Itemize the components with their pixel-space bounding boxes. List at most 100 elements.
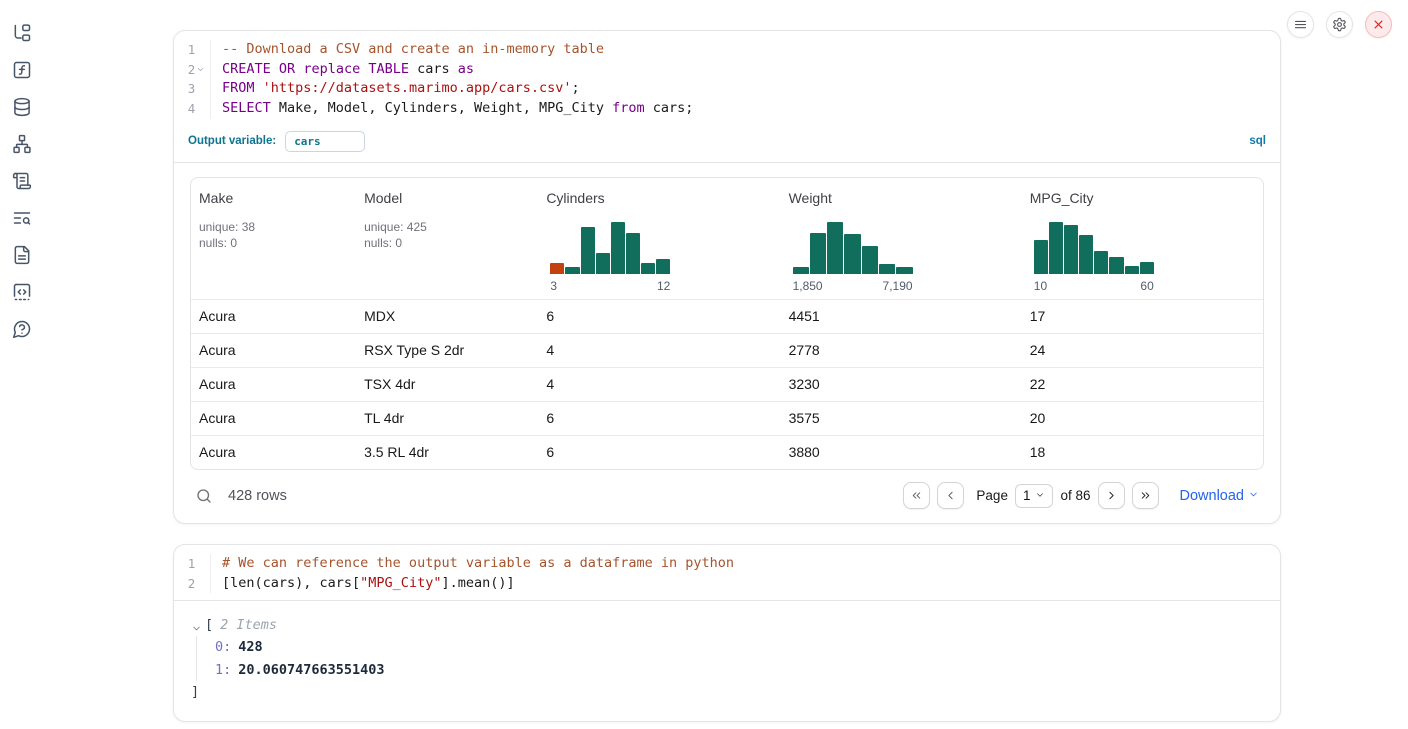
column-histogram: 3 12 [550, 219, 670, 293]
table-cell: 4451 [781, 300, 1022, 333]
python-cell-card: 1# We can reference the output variable … [173, 544, 1281, 722]
histogram-bar [641, 263, 655, 274]
table-cell: 17 [1022, 300, 1263, 333]
code-line: 2CREATE OR replace TABLE cars as [174, 60, 1280, 80]
table-cell: 3230 [781, 368, 1022, 401]
search-icon[interactable] [195, 487, 213, 505]
fold-chevron-icon[interactable] [195, 64, 206, 75]
histogram-bar [656, 259, 670, 274]
hist-min-label: 3 [550, 279, 557, 293]
table-cell: 22 [1022, 368, 1263, 401]
python-output-area: [ 2 Items 0:4281:20.060747663551403 ] [174, 601, 1280, 721]
function-icon[interactable] [11, 59, 32, 80]
pagination: Page 1 of 86 Download [903, 482, 1259, 509]
collapse-chevron-icon[interactable] [191, 619, 204, 632]
histogram-bar [1049, 222, 1063, 274]
scroll-icon[interactable] [11, 170, 32, 191]
prev-page-button[interactable] [937, 482, 964, 509]
fold-spacer [195, 558, 206, 569]
page-total: of 86 [1060, 488, 1090, 503]
list-item: 1:20.060747663551403 [215, 659, 1264, 682]
settings-button[interactable] [1326, 11, 1353, 38]
histogram-bar [1140, 262, 1154, 274]
table-row: AcuraMDX6445117 [191, 299, 1263, 333]
histogram-bar [793, 267, 809, 274]
histogram-bar [581, 227, 595, 274]
download-button[interactable]: Download [1180, 488, 1260, 504]
output-variable-label: Output variable: [188, 135, 276, 147]
file-tree-icon[interactable] [11, 22, 32, 43]
code-text: SELECT Make, Model, Cylinders, Weight, M… [211, 99, 693, 119]
python-code-editor[interactable]: 1# We can reference the output variable … [174, 545, 1280, 600]
list-item-value: 428 [238, 639, 262, 655]
output-variable-bar: Output variable: sql [174, 126, 1280, 162]
page-select[interactable]: 1 [1015, 484, 1054, 508]
code-text: [len(cars), cars["MPG_City"].mean()] [211, 574, 515, 594]
column-name: MPG_City [1030, 190, 1255, 206]
language-badge: sql [1249, 135, 1266, 147]
table-header: Makeunique: 38nulls: 0 Model unique: 425nu… [191, 178, 1263, 299]
table-cell: 20 [1022, 402, 1263, 435]
line-number: 3 [174, 79, 211, 99]
histogram-bar [879, 264, 895, 273]
hist-max-label: 7,190 [883, 279, 913, 293]
download-label: Download [1180, 488, 1245, 504]
histogram-bar [1109, 257, 1123, 274]
close-button[interactable] [1365, 11, 1392, 38]
first-page-button[interactable] [903, 482, 930, 509]
code-line: 1-- Download a CSV and create an in-memo… [174, 40, 1280, 60]
list-output-body: 0: 428 1:20.060747663551403 [196, 636, 1264, 682]
list-item-value: 20.060747663551403 [238, 662, 384, 678]
text-search-icon[interactable] [11, 207, 32, 228]
column-stats: unique: 425nulls: 0 [364, 219, 530, 251]
table-cell: 4 [538, 368, 780, 401]
list-item: 0: 428 [215, 636, 1264, 659]
sidebar [11, 22, 32, 339]
column-name: Model [364, 190, 530, 206]
database-icon[interactable] [11, 96, 32, 117]
histogram-bar [862, 246, 878, 274]
table-cell: TL 4dr [356, 402, 538, 435]
document-icon[interactable] [11, 244, 32, 265]
dependency-graph-icon[interactable] [11, 133, 32, 154]
column-header-weight[interactable]: Weight 1,850 7,190 [781, 178, 1022, 299]
help-icon[interactable] [11, 318, 32, 339]
line-number: 1 [174, 554, 211, 574]
histogram-bar [1034, 240, 1048, 274]
code-line: 1# We can reference the output variable … [174, 554, 1280, 574]
column-header-model[interactable]: Model unique: 425nulls: 0 [356, 178, 538, 299]
histogram-bar [844, 234, 860, 274]
row-count: 428 rows [228, 488, 287, 504]
code-block-icon[interactable] [11, 281, 32, 302]
column-histogram: 10 60 [1034, 219, 1154, 293]
fold-spacer [195, 44, 206, 55]
table-cell: 6 [538, 300, 780, 333]
column-header-cylinders[interactable]: Cylinders 3 12 [538, 178, 780, 299]
next-page-button[interactable] [1098, 482, 1125, 509]
hist-min-label: 1,850 [793, 279, 823, 293]
line-number: 1 [174, 40, 211, 60]
table-cell: Acura [191, 368, 356, 401]
table-cell: 2778 [781, 334, 1022, 367]
table-row: AcuraTL 4dr6357520 [191, 401, 1263, 435]
column-histogram: 1,850 7,190 [793, 219, 913, 293]
code-text: # We can reference the output variable a… [211, 554, 734, 574]
fold-spacer [195, 84, 206, 95]
column-header-mpg_city[interactable]: MPG_City 10 60 [1022, 178, 1263, 299]
sql-code-editor[interactable]: 1-- Download a CSV and create an in-memo… [174, 31, 1280, 126]
menu-button[interactable] [1287, 11, 1314, 38]
column-header-make[interactable]: Makeunique: 38nulls: 0 [191, 178, 356, 299]
data-table: Makeunique: 38nulls: 0 Model unique: 425nu… [190, 177, 1264, 470]
last-page-button[interactable] [1132, 482, 1159, 509]
histogram-bar [810, 233, 826, 274]
output-variable-input[interactable] [285, 131, 365, 152]
column-name: Cylinders [546, 190, 772, 206]
hist-max-label: 60 [1140, 279, 1153, 293]
code-line: 4SELECT Make, Model, Cylinders, Weight, … [174, 99, 1280, 119]
column-name: Weight [789, 190, 1014, 206]
table-cell: 24 [1022, 334, 1263, 367]
hist-min-label: 10 [1034, 279, 1047, 293]
hist-max-label: 12 [657, 279, 670, 293]
list-item-key: 0: [215, 639, 231, 655]
histogram-bar [1064, 225, 1078, 273]
